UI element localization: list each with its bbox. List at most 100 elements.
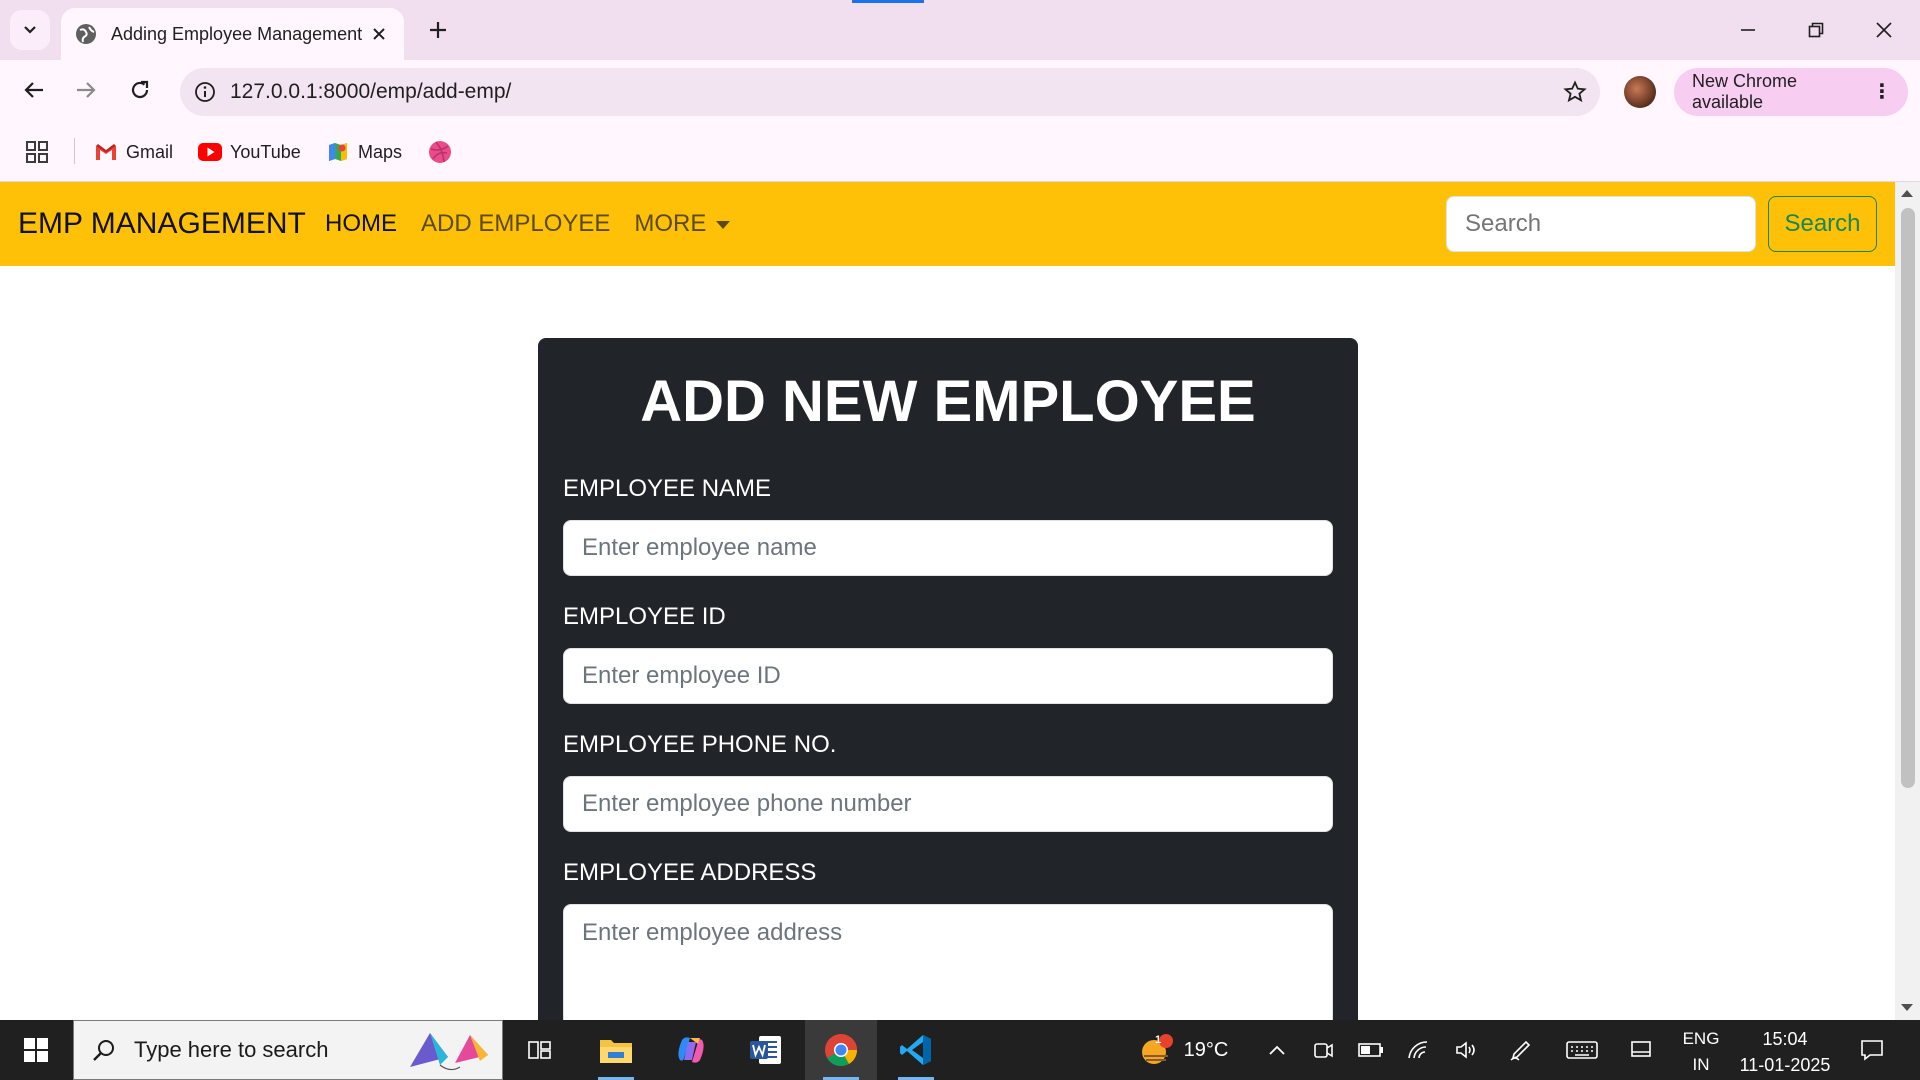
profile-avatar[interactable] (1624, 76, 1656, 108)
plus-icon (430, 22, 446, 38)
url-text[interactable]: 127.0.0.1:8000/emp/add-emp/ (230, 80, 1550, 104)
page-scrollbar[interactable] (1895, 182, 1920, 1020)
chrome-update-button[interactable]: New Chrome available ⋮ (1674, 68, 1908, 116)
employee-phone-input[interactable]: Enter employee phone number (563, 776, 1333, 832)
restore-button[interactable] (1786, 8, 1846, 52)
taskbar-search-box[interactable]: Type here to search (73, 1020, 503, 1080)
weather-temperature: 19°C (1183, 1038, 1229, 1061)
notifications-button[interactable] (1852, 1020, 1892, 1080)
active-tab[interactable]: Adding Employee Management (61, 8, 404, 60)
taskbar-vscode[interactable] (880, 1020, 952, 1080)
battery-indicator[interactable] (1354, 1020, 1388, 1080)
chevron-up-icon (1269, 1045, 1285, 1055)
task-view-icon (528, 1041, 551, 1059)
network-indicator[interactable] (1402, 1020, 1436, 1080)
update-label: New Chrome available (1692, 71, 1798, 112)
minimize-icon (1741, 29, 1755, 31)
bookmark-gmail[interactable]: Gmail (94, 136, 173, 168)
employee-address-textarea[interactable]: Enter employee address (563, 904, 1333, 1020)
youtube-icon (198, 140, 222, 164)
dribbble-icon (428, 140, 452, 164)
volume-control[interactable] (1450, 1020, 1484, 1080)
minimize-button[interactable] (1718, 8, 1778, 52)
globe-icon (76, 24, 96, 44)
taskbar-chrome[interactable] (805, 1020, 877, 1080)
browser-toolbar: 127.0.0.1:8000/emp/add-emp/ New Chrome a… (0, 60, 1920, 122)
clock-time: 15:04 (1762, 1029, 1808, 1049)
site-brand[interactable]: EMP MANAGEMENT (18, 207, 306, 241)
tab-strip: Adding Employee Management (0, 0, 1920, 60)
employee-id-input[interactable]: Enter employee ID (563, 648, 1333, 704)
nav-link-home[interactable]: HOME (325, 210, 397, 238)
nav-dropdown-more[interactable]: MORE (634, 210, 754, 238)
apps-button[interactable] (26, 136, 48, 168)
taskbar-file-explorer[interactable] (580, 1020, 652, 1080)
address-bar[interactable]: 127.0.0.1:8000/emp/add-emp/ (180, 68, 1600, 116)
language-code: ENG (1682, 1029, 1720, 1048)
tab-close-icon[interactable] (368, 23, 390, 45)
language-indicator[interactable]: ENG IN (1676, 1026, 1726, 1078)
windows-logo-icon (24, 1038, 48, 1062)
bookmark-label: YouTube (230, 141, 301, 162)
bookmark-star-icon[interactable] (1550, 80, 1600, 104)
arrow-left-icon (24, 82, 43, 98)
pen-icon (1510, 1040, 1531, 1061)
reload-button[interactable] (120, 70, 160, 110)
gmail-icon (94, 140, 118, 164)
employee-name-placeholder: Enter employee name (582, 534, 817, 561)
tab-search-button[interactable] (10, 10, 50, 50)
reload-icon (131, 80, 149, 99)
battery-icon (1358, 1043, 1383, 1057)
chevron-down-icon (24, 26, 36, 34)
taskbar-search-placeholder: Type here to search (134, 1037, 329, 1062)
tablet-mode-button[interactable] (1624, 1020, 1658, 1080)
bookmark-maps[interactable]: Maps (326, 136, 402, 168)
show-hidden-icons-button[interactable] (1260, 1020, 1294, 1080)
form-title: ADD NEW EMPLOYEE (640, 369, 1256, 434)
nav-link-add-employee[interactable]: ADD EMPLOYEE (421, 210, 610, 238)
bookmark-label: Maps (358, 141, 403, 162)
new-tab-button[interactable] (422, 14, 454, 46)
word-icon (750, 1036, 781, 1064)
back-button[interactable] (14, 70, 54, 110)
touch-keyboard-button[interactable] (1560, 1020, 1604, 1080)
kebab-menu-icon[interactable]: ⋮ (1872, 82, 1892, 102)
notification-icon (1861, 1040, 1883, 1061)
nav-dropdown-label: MORE (634, 210, 707, 237)
close-window-button[interactable] (1854, 8, 1914, 52)
site-search-input[interactable] (1446, 196, 1756, 252)
employee-name-label: EMPLOYEE NAME (563, 475, 772, 502)
search-icon (74, 1038, 134, 1062)
add-employee-card: ADD NEW EMPLOYEE EMPLOYEE NAME Enter emp… (538, 338, 1358, 1020)
employee-phone-label: EMPLOYEE PHONE NO. (563, 731, 837, 758)
scroll-down-arrow-icon[interactable] (1901, 1004, 1913, 1011)
windows-taskbar: Type here to search 1 19°C ENG IN 15:04 … (0, 1020, 1920, 1080)
taskbar-copilot[interactable] (655, 1020, 727, 1080)
taskbar-word[interactable] (730, 1020, 802, 1080)
employee-id-label: EMPLOYEE ID (563, 603, 726, 630)
pen-menu-button[interactable] (1504, 1020, 1538, 1080)
employee-id-placeholder: Enter employee ID (582, 662, 781, 689)
weather-widget[interactable]: 1 19°C (1128, 1020, 1238, 1080)
close-icon (1876, 22, 1892, 38)
forward-button[interactable] (66, 70, 106, 110)
start-button[interactable] (0, 1020, 72, 1080)
task-view-button[interactable] (505, 1020, 577, 1080)
display-icon (1631, 1041, 1651, 1057)
employee-name-input[interactable]: Enter employee name (563, 520, 1333, 576)
scrollbar-thumb[interactable] (1901, 208, 1915, 788)
nav-links: HOME ADD EMPLOYEE MORE (325, 210, 778, 238)
vscode-icon (900, 1035, 931, 1065)
scroll-up-arrow-icon[interactable] (1901, 190, 1913, 197)
employee-address-label: EMPLOYEE ADDRESS (563, 859, 817, 886)
site-info-icon[interactable] (180, 81, 230, 103)
meet-now-button[interactable] (1306, 1020, 1340, 1080)
system-clock[interactable]: 15:04 11-01-2025 (1730, 1026, 1840, 1078)
restore-icon (1808, 22, 1824, 38)
bookmark-youtube[interactable]: YouTube (198, 136, 301, 168)
site-navbar: EMP MANAGEMENT HOME ADD EMPLOYEE MORE Se… (0, 182, 1895, 266)
site-search-button[interactable]: Search (1768, 196, 1877, 252)
bookmark-dribbble[interactable] (428, 136, 460, 168)
weather-badge: 1 (1155, 1034, 1162, 1046)
speaker-icon (1456, 1041, 1475, 1059)
